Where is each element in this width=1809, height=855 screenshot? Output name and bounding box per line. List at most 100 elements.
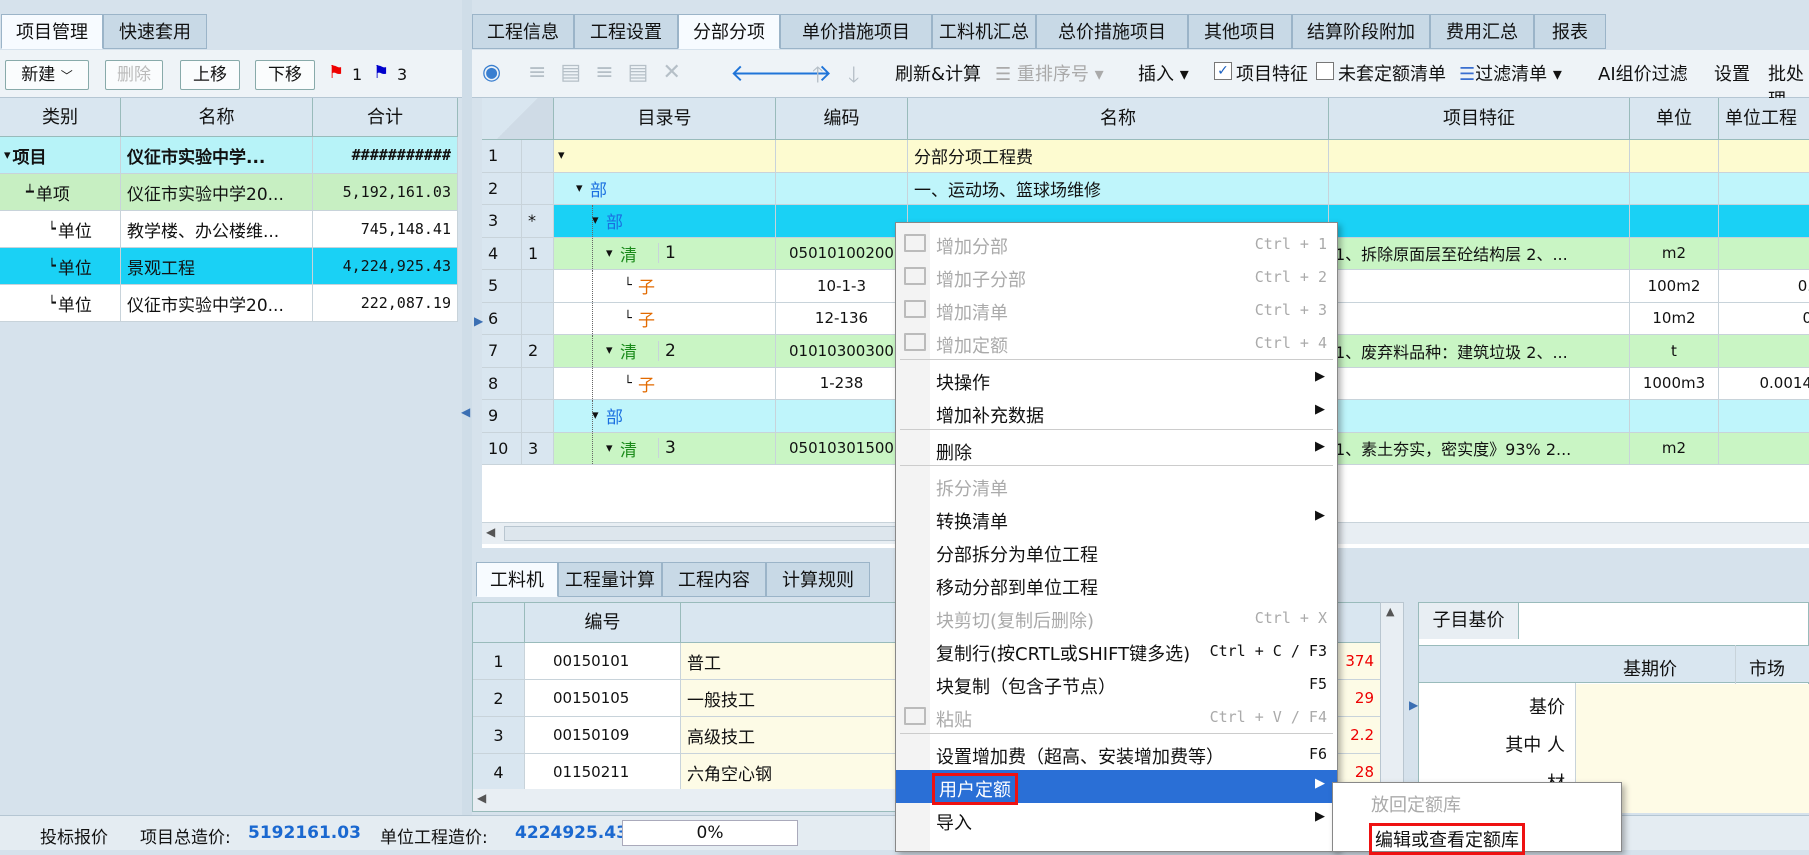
context-menu-item-15[interactable]: 设置增加费（超高、安装增加费等） F6: [896, 737, 1337, 770]
delete-button[interactable]: 删除: [105, 60, 163, 90]
refresh-calc-button[interactable]: 刷新&计算: [895, 60, 981, 86]
main-tab-6[interactable]: 其他项目: [1188, 14, 1292, 49]
submenu-item-edit-library[interactable]: 编辑或查看定额库: [1369, 823, 1525, 855]
menu-item-icon: [904, 707, 926, 725]
right-panel-expand-icon[interactable]: ▶: [1409, 698, 1418, 712]
tab-project-management[interactable]: 项目管理: [1, 14, 103, 49]
context-menu-item-11[interactable]: 块剪切(复制后删除) Ctrl + X: [896, 601, 1337, 634]
submenu-item-return-library[interactable]: 放回定额库: [1371, 791, 1461, 817]
tree-toggle-icon[interactable]: ┷: [26, 185, 34, 200]
settings-button[interactable]: 设置: [1714, 60, 1750, 86]
column-header-unit[interactable]: 单位: [1630, 98, 1719, 140]
main-tab-7[interactable]: 结算阶段附加: [1292, 14, 1430, 49]
context-menu-item-0[interactable]: 增加分部 Ctrl + 1: [896, 227, 1337, 260]
main-tab-8[interactable]: 费用汇总: [1430, 14, 1534, 49]
menu-item-label: 设置增加费（超高、安装增加费等）: [936, 747, 1224, 768]
project-tree-row[interactable]: ┕ 单位 教学楼、办公楼维... 745,148.41: [0, 211, 458, 248]
row-qty-cell: [1719, 335, 1809, 368]
project-tree-row[interactable]: ┷ 单项 仪征市实验中学20... 5,192,161.03: [0, 174, 458, 211]
menu-item-label: 块剪切(复制后删除): [936, 611, 1095, 632]
tree-toggle-icon[interactable]: ▾: [558, 148, 565, 163]
insert-button[interactable]: 插入 ▾: [1138, 60, 1189, 86]
column-header-material-code[interactable]: 编号: [525, 603, 681, 643]
main-tab-4[interactable]: 工料机汇总: [932, 14, 1036, 49]
move-down-button[interactable]: 下移: [255, 60, 315, 90]
menu-item-icon: [904, 300, 926, 318]
bottom-tab-0[interactable]: 工料机: [476, 562, 558, 597]
filter-button[interactable]: ☰过滤清单 ▾: [1459, 60, 1562, 86]
context-menu-item-13[interactable]: 块复制（包含子节点） F5: [896, 667, 1337, 700]
bottom-tab-3[interactable]: 计算规则: [766, 562, 870, 597]
project-tree-row[interactable]: ┕ 单位 仪征市实验中学20... 222,087.19: [0, 285, 458, 322]
column-header-catalog[interactable]: 目录号: [554, 98, 776, 140]
new-button[interactable]: 新建 ﹀: [5, 60, 89, 90]
context-menu-item-9[interactable]: 分部拆分为单位工程: [896, 535, 1337, 568]
context-menu-item-3[interactable]: 增加定额 Ctrl + 4: [896, 326, 1337, 359]
arrow-down-icon[interactable]: 🡓: [848, 58, 859, 96]
main-tab-5[interactable]: 总价措施项目: [1036, 14, 1188, 49]
main-tab-2[interactable]: 分部分项: [678, 14, 780, 49]
collapse-left-icon[interactable]: ◀: [461, 405, 470, 419]
context-menu-item-4[interactable]: 块操作 ▶: [896, 363, 1337, 396]
context-menu-item-16[interactable]: 用户定额 ▶: [896, 770, 1337, 805]
red-flag-icon[interactable]: ⚑: [328, 62, 344, 83]
column-header-name[interactable]: 名称: [908, 98, 1329, 140]
tree-toggle-icon[interactable]: ▾: [4, 148, 11, 163]
column-header-total[interactable]: 合计: [313, 98, 458, 137]
tree-name-cell: 仪征市实验中学...: [121, 137, 313, 174]
context-menu-item-5[interactable]: 增加补充数据 ▶: [896, 396, 1337, 429]
scroll-left-icon[interactable]: ◀: [486, 525, 495, 539]
tab-quick-apply[interactable]: 快速套用: [103, 14, 207, 49]
bottom-tab-2[interactable]: 工程内容: [662, 562, 766, 597]
main-tab-3[interactable]: 单价措施项目: [780, 14, 932, 49]
item-feature-checkbox[interactable]: ✓: [1214, 62, 1232, 80]
context-menu-item-6[interactable]: 删除 ▶: [896, 433, 1337, 466]
arrow-up-icon[interactable]: 🡑: [812, 58, 823, 96]
tree-toggle-icon[interactable]: ▾: [606, 246, 613, 261]
tab-base-price[interactable]: 子目基价: [1419, 603, 1519, 639]
menu-item-label: 增加定额: [936, 336, 1008, 357]
main-tab-1[interactable]: 工程设置: [574, 14, 678, 49]
column-header-type[interactable]: 类别: [0, 98, 121, 137]
grid-expand-icon[interactable]: ▶: [474, 314, 483, 328]
menu-item-shortcut: Ctrl + 4: [1254, 334, 1327, 352]
column-header-feature[interactable]: 项目特征: [1329, 98, 1630, 140]
resort-button[interactable]: ☰ 重排序号 ▾: [995, 60, 1104, 86]
context-menu-item-14[interactable]: 粘贴 Ctrl + V / F4: [896, 700, 1337, 733]
row-unit-cell: t: [1630, 335, 1719, 368]
eye-icon[interactable]: ◉: [482, 60, 501, 85]
context-menu-item-1[interactable]: 增加子分部 Ctrl + 2: [896, 260, 1337, 293]
tree-toggle-icon[interactable]: ▾: [606, 343, 613, 358]
tree-toggle-icon[interactable]: ▾: [606, 441, 613, 456]
level-icons: ≡▤≡▤✕: [528, 60, 695, 85]
main-tab-9[interactable]: 报表: [1534, 14, 1606, 49]
blue-flag-icon[interactable]: ⚑: [373, 62, 389, 83]
bottom-tab-1[interactable]: 工程量计算: [558, 562, 662, 597]
project-tree-row[interactable]: ▾ 项目 仪征市实验中学... ###########: [0, 137, 458, 174]
scroll-left-icon-bottom[interactable]: ◀: [477, 791, 486, 805]
context-menu-item-2[interactable]: 增加清单 Ctrl + 3: [896, 293, 1337, 326]
grid-row[interactable]: 1 ▾ 分部分项工程费: [482, 140, 1809, 173]
context-menu-item-7[interactable]: 拆分清单: [896, 469, 1337, 502]
context-menu-item-17[interactable]: 导入 ▶: [896, 803, 1337, 836]
material-value-cell: 29: [1333, 680, 1381, 717]
vertical-scrollbar[interactable]: ▲ ▼: [1380, 602, 1404, 812]
column-header-unit-qty[interactable]: 单位工程: [1719, 98, 1809, 140]
unset-quota-checkbox[interactable]: [1316, 62, 1334, 80]
row-feature-cell: [1329, 140, 1630, 173]
main-tab-0[interactable]: 工程信息: [472, 14, 574, 49]
context-menu-item-8[interactable]: 转换清单 ▶: [896, 502, 1337, 535]
submenu: 放回定额库 编辑或查看定额库: [1332, 782, 1622, 855]
move-up-button[interactable]: 上移: [180, 60, 240, 90]
context-menu: 增加分部 Ctrl + 1 增加子分部 Ctrl + 2 增加清单 Ctrl + 3 增加定…: [895, 222, 1338, 852]
status-bid[interactable]: 投标报价: [40, 823, 108, 848]
scroll-up-icon[interactable]: ▲: [1386, 605, 1394, 618]
context-menu-item-12[interactable]: 复制行(按CRTL或SHIFT键多选) Ctrl + C / F3: [896, 634, 1337, 667]
ai-filter-button[interactable]: AI组价过滤: [1598, 60, 1688, 86]
tree-toggle-icon[interactable]: ▾: [576, 181, 583, 196]
project-tree-row[interactable]: ┕ 单位 景观工程 4,224,925.43: [0, 248, 458, 285]
grid-row[interactable]: 2 ▾ 部一、运动场、篮球场维修: [482, 172, 1809, 205]
context-menu-item-10[interactable]: 移动分部到单位工程: [896, 568, 1337, 601]
column-header-code[interactable]: 编码: [776, 98, 908, 140]
column-header-name[interactable]: 名称: [121, 98, 313, 137]
